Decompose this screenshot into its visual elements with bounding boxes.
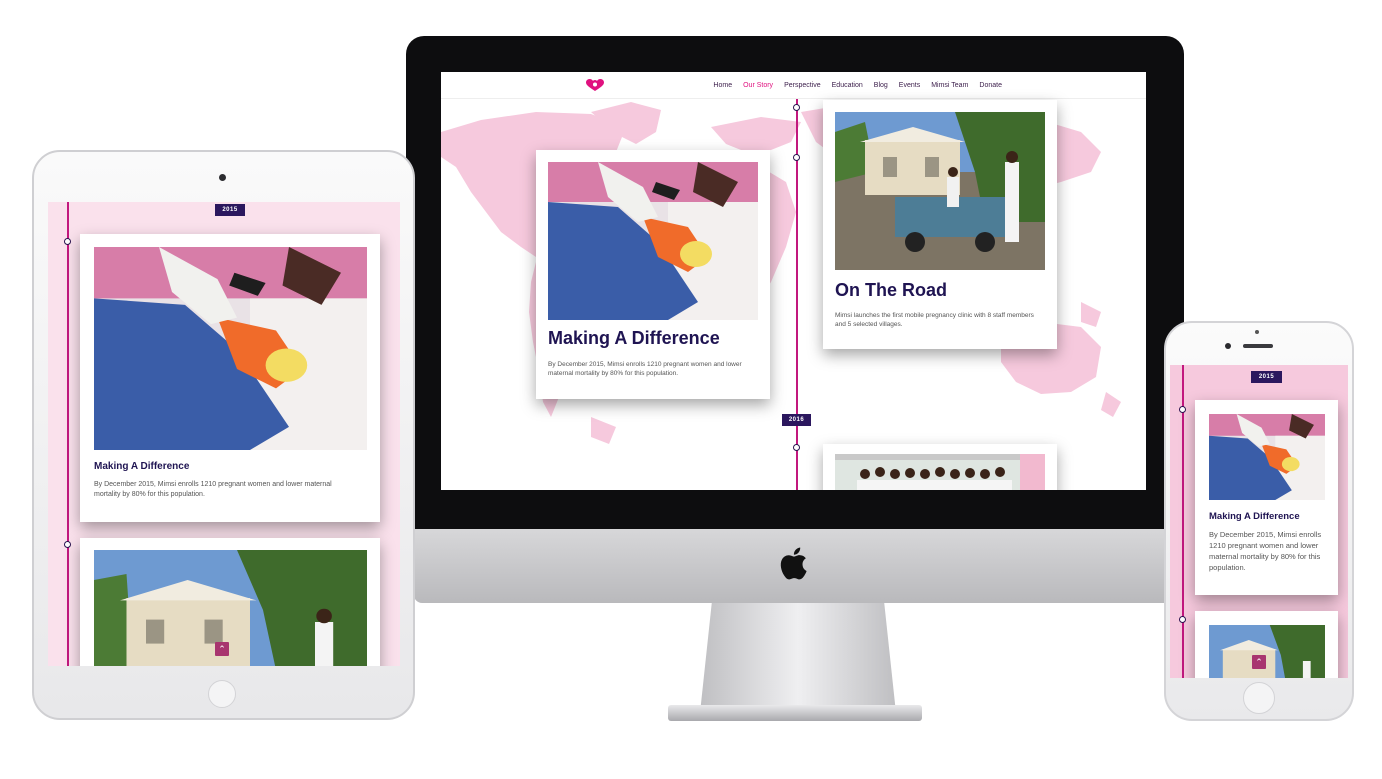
mobile-clinic-photo	[835, 112, 1045, 270]
ipad-camera	[219, 174, 226, 181]
mobile-clinic-photo	[94, 550, 367, 666]
card-description: By December 2015, Mimsi enrolls 1210 pre…	[548, 361, 742, 378]
timeline-dot	[793, 444, 800, 451]
top-navigation: Home Our Story Perspective Education Blo…	[441, 72, 1146, 99]
card-title: On The Road	[835, 280, 947, 300]
year-badge-2016: 2016	[782, 414, 811, 426]
mobile-clinic-photo	[1209, 625, 1325, 678]
iphone-sensor	[1255, 330, 1259, 334]
nav-menu: Home Our Story Perspective Education Blo…	[713, 72, 1002, 99]
scroll-to-top-button[interactable]: ⌃	[215, 642, 229, 656]
timeline-dot	[793, 154, 800, 161]
timeline-dot	[64, 238, 71, 245]
scroll-to-top-button[interactable]: ⌃	[1252, 655, 1266, 669]
nav-item-events[interactable]: Events	[899, 82, 920, 89]
story-card-on-the-road	[80, 538, 380, 666]
iphone-camera	[1225, 343, 1231, 349]
card-description: Mimsi launches the first mobile pregnanc…	[835, 312, 1034, 329]
nav-item-perspective[interactable]: Perspective	[784, 82, 821, 89]
newborn-photo	[1209, 414, 1325, 500]
card-description: By December 2015, Mimsi enrolls 1210 pre…	[94, 481, 332, 499]
nav-item-blog[interactable]: Blog	[874, 82, 888, 89]
chevron-up-icon: ⌃	[1255, 657, 1263, 667]
nav-item-donate[interactable]: Donate	[979, 82, 1002, 89]
imac-foot	[668, 705, 922, 721]
card-title: Making A Difference	[548, 328, 720, 348]
timeline-dot	[1179, 616, 1186, 623]
timeline-dot	[1179, 406, 1186, 413]
story-card-on-the-road: On The Road Mimsi launches the first mob…	[823, 100, 1057, 349]
newborn-photo	[548, 162, 758, 320]
story-card-making-a-difference: Making A Difference By December 2015, Mi…	[80, 234, 380, 522]
timeline-dot	[793, 104, 800, 111]
card-description: By December 2015, Mimsi enrolls 1210 pre…	[1209, 530, 1322, 572]
iphone-speaker	[1243, 344, 1273, 348]
card-title: Making A Difference	[94, 461, 190, 472]
phone-screen: 2015 Making A Difference By December 201…	[1170, 365, 1348, 678]
team-group-photo	[835, 454, 1045, 490]
nav-item-mimsi-team[interactable]: Mimsi Team	[931, 82, 968, 89]
imac-stand	[700, 603, 896, 713]
chevron-up-icon: ⌃	[218, 644, 226, 654]
timeline-dot	[64, 541, 71, 548]
nav-item-home[interactable]: Home	[713, 82, 732, 89]
nav-item-education[interactable]: Education	[832, 82, 863, 89]
year-badge-2015: 2015	[215, 204, 245, 216]
story-card-on-the-road	[1195, 611, 1338, 678]
tablet-screen: 2015 Making A Difference By December 201…	[48, 202, 400, 666]
card-title: Making A Difference	[1209, 511, 1300, 522]
desktop-screen: Home Our Story Perspective Education Blo…	[441, 72, 1146, 490]
nav-item-our-story[interactable]: Our Story	[743, 82, 773, 89]
ipad-home-button	[208, 680, 236, 708]
heart-logo-icon[interactable]	[586, 79, 604, 92]
story-card-partial	[823, 444, 1057, 490]
story-card-making-a-difference: Making A Difference By December 2015, Mi…	[1195, 400, 1338, 595]
apple-logo-icon	[779, 543, 813, 583]
timeline-line	[67, 202, 69, 666]
iphone-home-button	[1243, 682, 1275, 714]
story-card-making-a-difference: Making A Difference By December 2015, Mi…	[536, 150, 770, 399]
newborn-photo	[94, 247, 367, 450]
year-badge-2015: 2015	[1251, 371, 1282, 383]
